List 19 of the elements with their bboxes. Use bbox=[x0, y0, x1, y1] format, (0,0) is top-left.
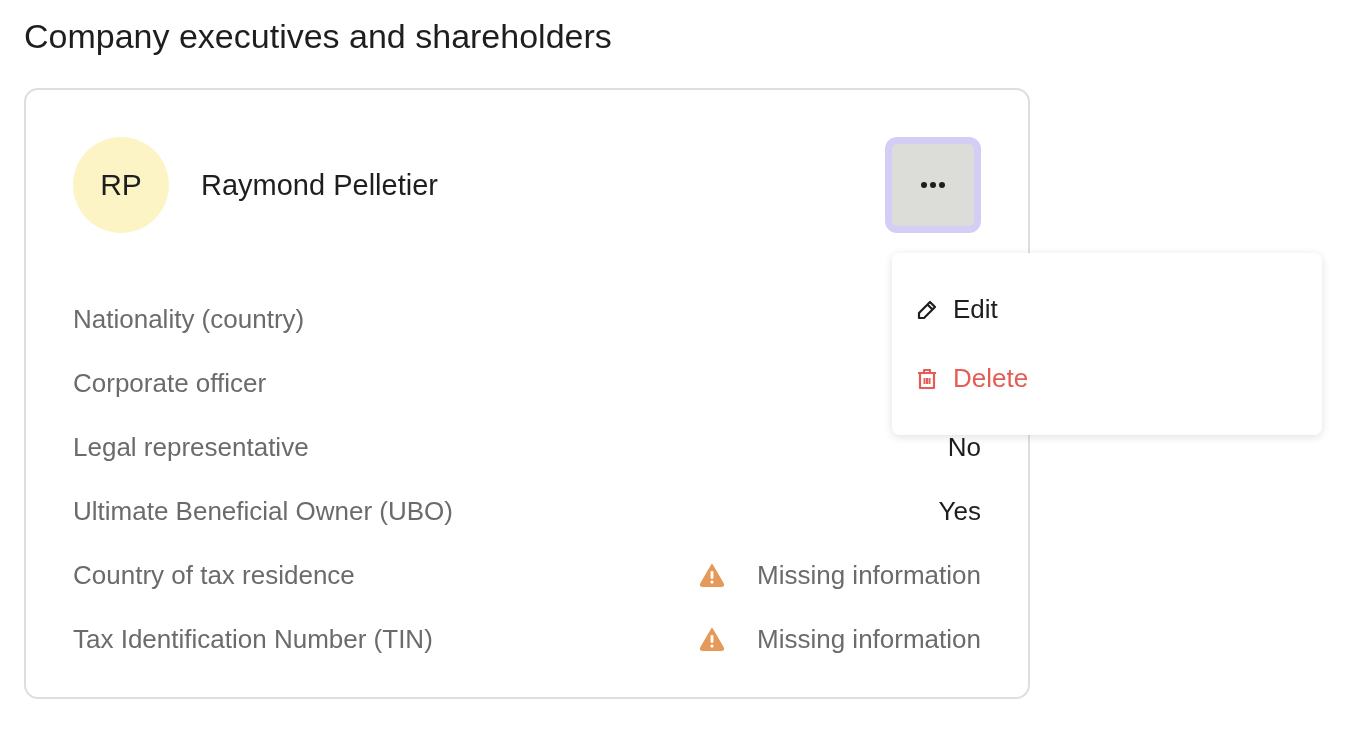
field-label: Nationality (country) bbox=[73, 303, 305, 335]
field-value: Yes bbox=[938, 495, 981, 527]
field-value: Missing information bbox=[757, 623, 981, 655]
warning-icon bbox=[699, 627, 725, 651]
more-button[interactable] bbox=[885, 137, 981, 233]
menu-item[interactable]: Edit bbox=[892, 275, 1322, 344]
field-label: Ultimate Beneficial Owner (UBO) bbox=[73, 495, 453, 527]
more-icon bbox=[920, 181, 946, 189]
field-value: No bbox=[947, 431, 981, 463]
field-label: Corporate officer bbox=[73, 367, 267, 399]
section-heading: Company executives and shareholders bbox=[24, 16, 613, 57]
field-label: Country of tax residence bbox=[73, 559, 355, 591]
avatar: RP bbox=[73, 137, 169, 233]
person-name: Raymond Pelletier bbox=[201, 168, 439, 202]
warning-icon bbox=[699, 563, 725, 587]
field-label: Tax Identification Number (TIN) bbox=[73, 623, 433, 655]
field-value: Missing information bbox=[757, 559, 981, 591]
field-label: Legal representative bbox=[73, 431, 309, 463]
trash-icon bbox=[915, 366, 939, 391]
